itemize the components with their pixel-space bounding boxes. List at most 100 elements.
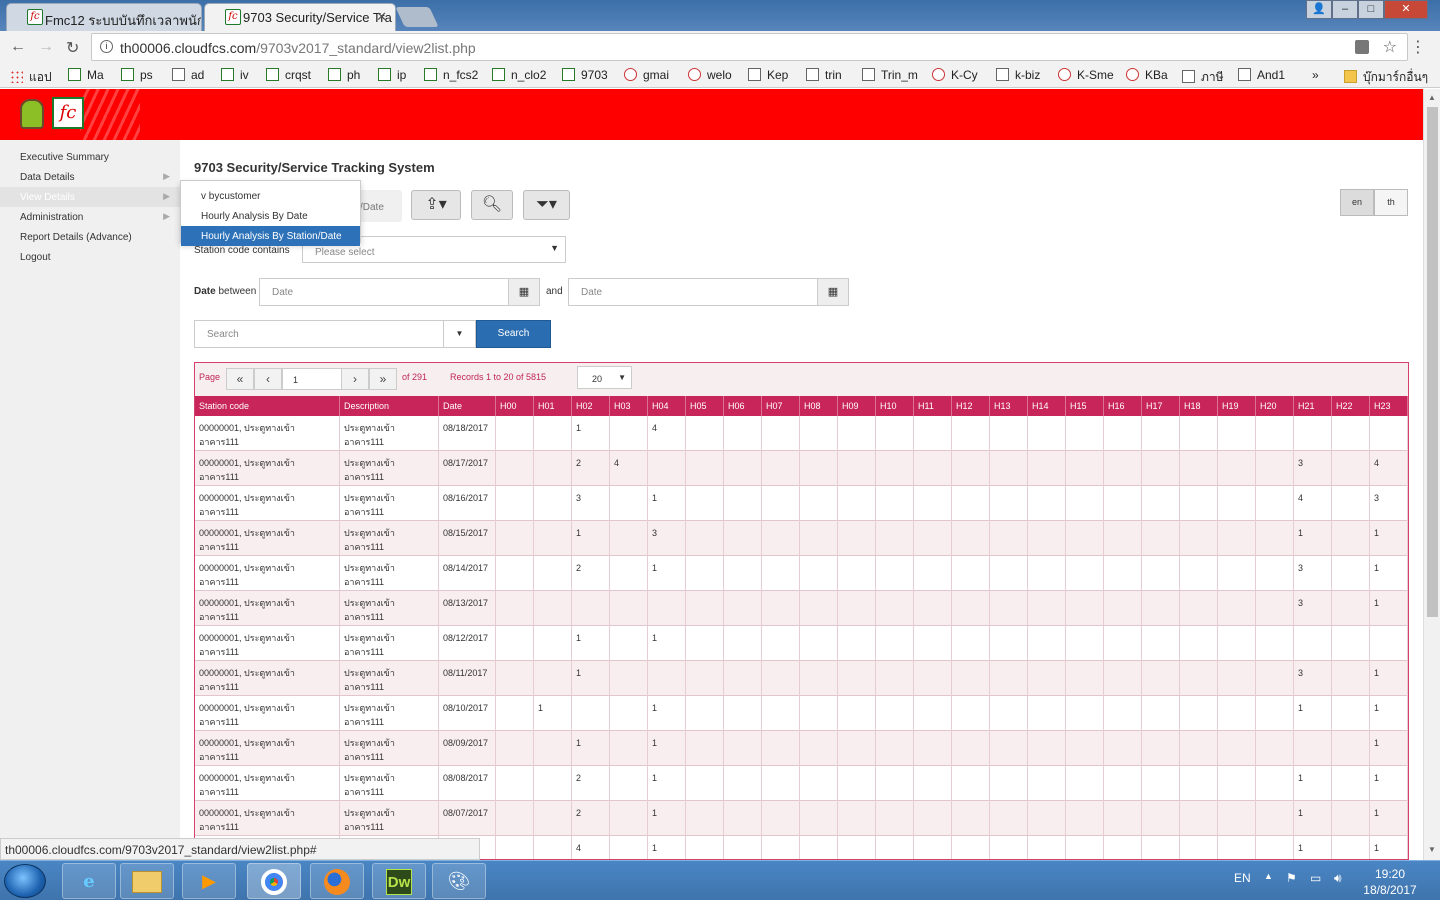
paint-icon[interactable]: 🎨︎ <box>432 863 486 899</box>
next-page-icon[interactable]: › <box>341 368 369 390</box>
media-player-icon[interactable]: ▶ <box>182 863 236 899</box>
first-page-icon[interactable]: « <box>226 368 254 390</box>
file-explorer-icon[interactable] <box>120 863 174 899</box>
minimize-button[interactable]: – <box>1332 0 1358 19</box>
table-row[interactable]: 00000001, ประตูทางเข้า อาคาร111 ประตูทางเข… <box>195 731 1408 766</box>
calendar-icon[interactable]: ▦ <box>817 278 849 306</box>
maximize-button[interactable]: □ <box>1358 0 1384 19</box>
table-row[interactable]: 00000001, ประตูทางเข้า อาคาร111 ประตูทางเข… <box>195 661 1408 696</box>
column-header[interactable]: H02 <box>572 396 610 416</box>
column-header[interactable]: H03 <box>610 396 648 416</box>
bookmark-item[interactable]: 9703 <box>562 68 608 82</box>
bookmark-item[interactable]: crqst <box>266 68 311 82</box>
scroll-up-icon[interactable]: ▲ <box>1428 93 1436 102</box>
column-header[interactable]: H23 <box>1370 396 1408 416</box>
bookmark-item[interactable]: n_fcs2 <box>424 68 478 82</box>
close-tab-icon[interactable]: ✕ <box>376 9 387 25</box>
bookmark-item[interactable]: n_clo2 <box>492 68 546 82</box>
bookmark-item[interactable]: K-Cy <box>932 68 978 82</box>
other-bookmarks[interactable]: บุ๊กมาร์กอื่นๆ <box>1344 68 1428 87</box>
table-row[interactable]: 00000001, ประตูทางเข้า อาคาร111 ประตูทางเข… <box>195 451 1408 486</box>
column-header[interactable]: H10 <box>876 396 914 416</box>
calendar-icon[interactable]: ▦ <box>508 278 540 306</box>
column-header[interactable]: H22 <box>1332 396 1370 416</box>
table-row[interactable]: 00000001, ประตูทางเข้า อาคาร111 ประตูทางเข… <box>195 626 1408 661</box>
bookmark-item[interactable]: k-biz <box>996 68 1040 82</box>
sidebar-item-data-details[interactable]: Data Details ▶ <box>0 167 180 187</box>
bookmark-item[interactable]: ภาษี <box>1182 68 1224 87</box>
bookmark-item[interactable]: Ma <box>68 68 104 82</box>
sidebar-item-report-details[interactable]: Report Details (Advance) <box>0 227 180 247</box>
column-header[interactable]: H07 <box>762 396 800 416</box>
bookmark-item[interactable]: welo <box>688 68 732 82</box>
back-arrow-icon[interactable]: ← <box>10 38 26 56</box>
network-icon[interactable]: ⚑ <box>1286 871 1297 885</box>
filter-button[interactable]: ⏷▾ <box>523 190 570 220</box>
search-options-caret-icon[interactable]: ▼ <box>443 320 476 348</box>
column-header[interactable]: H09 <box>838 396 876 416</box>
column-header[interactable]: H18 <box>1180 396 1218 416</box>
fc-logo-icon[interactable]: fc <box>52 97 84 129</box>
column-header[interactable]: H21 <box>1294 396 1332 416</box>
column-header[interactable]: H12 <box>952 396 990 416</box>
bookmark-item[interactable]: trin <box>806 68 842 82</box>
column-header[interactable]: H06 <box>724 396 762 416</box>
bookmark-item[interactable]: ph <box>328 68 360 82</box>
sidebar-item-view-details[interactable]: View Details ▶ <box>0 187 180 207</box>
url-input[interactable]: i th00006.cloudfcs.com/9703v2017_standar… <box>91 33 1408 61</box>
start-button[interactable] <box>4 864 46 898</box>
browser-tab-9703[interactable]: fc 9703 Security/Service Tra ✕ <box>204 3 396 31</box>
bookmark-item[interactable]: ps <box>121 68 153 82</box>
profile-icon[interactable]: 👤 <box>1306 0 1332 19</box>
internet-explorer-icon[interactable]: e <box>62 863 116 899</box>
bookmark-item[interactable]: Kep <box>748 68 788 82</box>
submenu-item-hourly-by-station-date[interactable]: Hourly Analysis By Station/Date <box>181 226 360 246</box>
page-scrollbar[interactable]: ▲ ▼ <box>1423 89 1440 860</box>
sidebar-item-administration[interactable]: Administration ▶ <box>0 207 180 227</box>
view-mode-button[interactable]: /Date <box>355 190 402 222</box>
column-header[interactable]: H01 <box>534 396 572 416</box>
bookmark-item[interactable]: KBa <box>1126 68 1168 82</box>
table-row[interactable]: 00000001, ประตูทางเข้า อาคาร111 ประตูทางเข… <box>195 556 1408 591</box>
bookmark-apps[interactable]: แอป <box>10 68 52 87</box>
close-window-button[interactable]: ✕ <box>1384 0 1428 19</box>
column-header[interactable]: H00 <box>496 396 534 416</box>
column-header[interactable]: H08 <box>800 396 838 416</box>
browser-menu-icon[interactable]: ⋮ <box>1410 37 1426 57</box>
bookmark-item[interactable]: gmai <box>624 68 669 82</box>
column-header[interactable]: H17 <box>1142 396 1180 416</box>
info-icon[interactable]: i <box>100 40 113 53</box>
column-header[interactable]: Date <box>439 396 496 416</box>
page-size-select[interactable]: 20 ▼ <box>577 366 632 389</box>
lang-th-button[interactable]: th <box>1374 189 1408 216</box>
column-header[interactable]: H05 <box>686 396 724 416</box>
search-input[interactable]: Search <box>194 320 444 348</box>
prev-page-icon[interactable]: ‹ <box>254 368 282 390</box>
submenu-item-hourly-by-date[interactable]: Hourly Analysis By Date <box>181 206 360 226</box>
date-from-input[interactable]: Date <box>259 278 509 306</box>
tray-expand-icon[interactable]: ▲ <box>1264 871 1273 881</box>
bookmark-item[interactable]: And1 <box>1238 68 1285 82</box>
bookmark-item[interactable]: Trin_m <box>862 68 918 82</box>
browser-tab-fmc12[interactable]: fc Fmc12 ระบบบันทึกเวลาพนัก <box>6 3 202 31</box>
last-page-icon[interactable]: » <box>369 368 397 390</box>
column-header[interactable]: H14 <box>1028 396 1066 416</box>
chrome-icon[interactable] <box>247 863 301 899</box>
export-button[interactable]: ⇪▾ <box>411 190 461 220</box>
date-to-input[interactable]: Date <box>568 278 818 306</box>
forward-arrow-icon[interactable]: → <box>38 38 54 56</box>
page-number-input[interactable]: 1 <box>282 368 342 390</box>
system-clock[interactable]: 19:20 18/8/2017 <box>1362 866 1418 898</box>
column-header[interactable]: H04 <box>648 396 686 416</box>
volume-icon[interactable]: 🔊︎ <box>1334 871 1342 886</box>
search-toggle-button[interactable]: 🔍︎ <box>471 190 513 220</box>
scrollbar-thumb[interactable] <box>1427 107 1438 617</box>
table-row[interactable]: 00000001, ประตูทางเข้า อาคาร111 ประตูทางเข… <box>195 486 1408 521</box>
bookmark-item[interactable]: ip <box>378 68 406 82</box>
column-header[interactable]: H11 <box>914 396 952 416</box>
column-header[interactable]: H16 <box>1104 396 1142 416</box>
column-header[interactable]: H20 <box>1256 396 1294 416</box>
submenu-item-bycustomer[interactable]: v bycustomer <box>181 186 360 206</box>
new-tab-button[interactable] <box>395 7 439 27</box>
bookmark-item[interactable]: iv <box>221 68 249 82</box>
